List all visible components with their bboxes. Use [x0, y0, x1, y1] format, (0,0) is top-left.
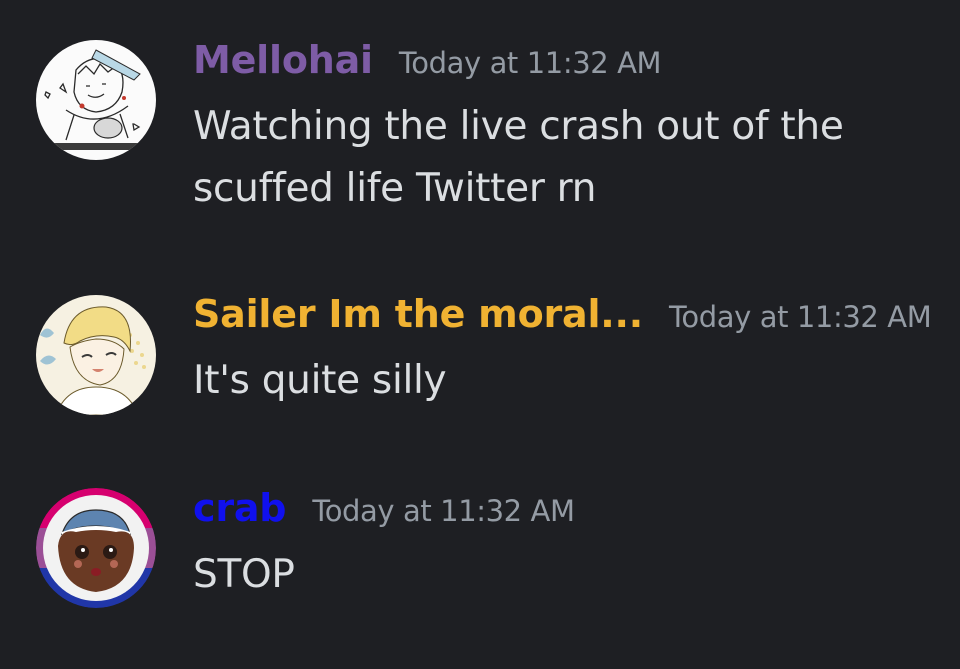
chat-message: Sailer Im the moral... Today at 11:32 AM…: [0, 250, 960, 430]
timestamp: Today at 11:32 AM: [398, 46, 662, 80]
timestamp: Today at 11:32 AM: [669, 300, 932, 334]
user-avatar[interactable]: [36, 295, 156, 415]
username[interactable]: Sailer Im the moral...: [193, 292, 643, 336]
message-text: Watching the live crash out of the scuff…: [193, 104, 844, 211]
message-header: Mellohai Today at 11:32 AM: [193, 38, 662, 82]
user-avatar[interactable]: [36, 488, 156, 608]
sketch-character-avatar-image: [36, 40, 156, 160]
blonde-character-avatar-image: [36, 295, 156, 415]
chat-message: crab Today at 11:32 AM STOP: [0, 440, 960, 669]
user-avatar[interactable]: [36, 40, 156, 160]
beanie-character-avatar-image: [36, 488, 156, 608]
message-header: Sailer Im the moral... Today at 11:32 AM: [193, 292, 932, 336]
username[interactable]: Mellohai: [193, 38, 373, 82]
timestamp: Today at 11:32 AM: [312, 494, 575, 528]
chat-message: Mellohai Today at 11:32 AM Watching the …: [0, 0, 960, 240]
username[interactable]: crab: [193, 486, 287, 530]
message-header: crab Today at 11:32 AM: [193, 486, 575, 530]
message-text: It's quite silly: [193, 358, 447, 403]
message-text: STOP: [193, 552, 295, 597]
